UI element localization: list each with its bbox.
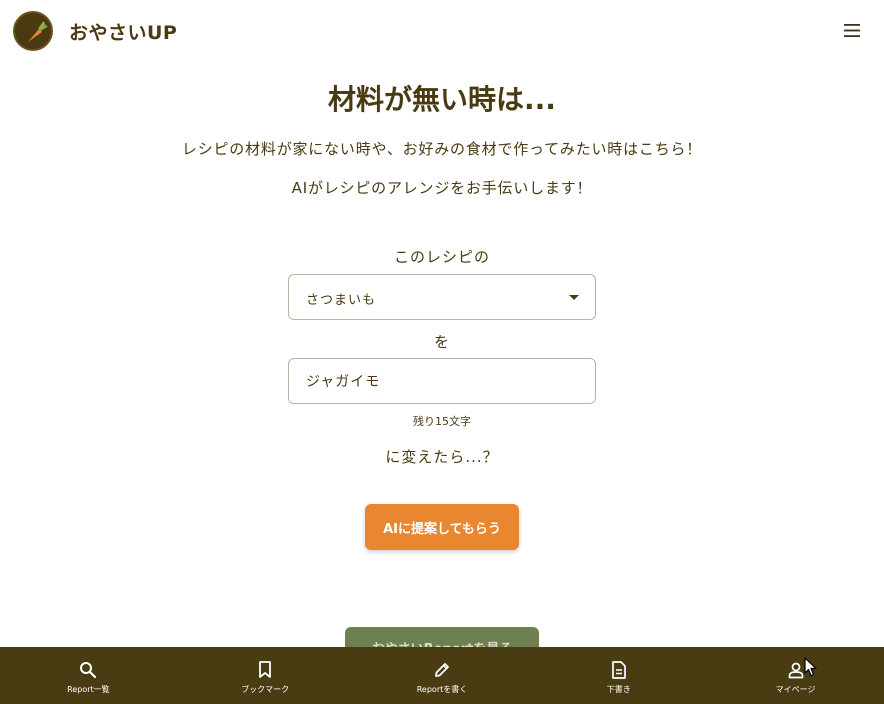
nav-label-drafts: 下書き: [606, 685, 631, 694]
document-icon: [609, 660, 629, 680]
app-header: おやさいUP: [0, 0, 884, 60]
page-title: 材料が無い時は...: [328, 83, 556, 116]
wo-label: を: [433, 333, 450, 351]
mouse-cursor-icon: [804, 657, 818, 677]
nav-label-my-page: マイページ: [775, 685, 816, 694]
nav-label-report-list: Report一覧: [67, 685, 110, 694]
ai-suggest-button[interactable]: AIに提案してもらう: [365, 504, 519, 550]
hamburger-menu-icon[interactable]: [838, 16, 866, 44]
search-icon: [78, 660, 98, 680]
pencil-icon: [432, 660, 452, 680]
nav-item-bookmark[interactable]: ブックマーク: [177, 647, 354, 704]
nav-label-write-report: Reportを書く: [416, 685, 468, 694]
caret-down-icon: [569, 295, 579, 300]
nav-item-report-list[interactable]: Report一覧: [0, 647, 177, 704]
remaining-characters-counter: 残り15文字: [413, 415, 471, 428]
replacement-ingredient-input[interactable]: [288, 358, 596, 404]
nav-item-my-page[interactable]: マイページ: [707, 647, 884, 704]
page: おやさいUP 材料が無い時は... レシピの材料が家にない時や、お好みの食材で作…: [0, 0, 884, 704]
nav-item-drafts[interactable]: 下書き: [530, 647, 707, 704]
carrot-logo-icon[interactable]: [13, 11, 53, 51]
bookmark-icon: [255, 660, 275, 680]
app-title[interactable]: おやさいUP: [69, 18, 177, 45]
nav-item-write-report[interactable]: Reportを書く: [354, 647, 531, 704]
ingredient-select[interactable]: さつまいも: [288, 274, 596, 320]
description-text-1: レシピの材料が家にない時や、お好みの食材で作ってみたい時はこちら！: [181, 140, 703, 158]
change-label: に変えたら...？: [385, 448, 499, 466]
ingredient-select-value: さつまいも: [306, 293, 377, 308]
description-text-2: AIがレシピのアレンジをお手伝いします！: [291, 179, 593, 197]
bottom-navigation: Report一覧 ブックマーク Reportを書く 下書き マイページ: [0, 647, 884, 704]
recipe-label: このレシピの: [393, 248, 490, 266]
person-icon: [786, 660, 806, 680]
nav-label-bookmark: ブックマーク: [241, 685, 290, 694]
